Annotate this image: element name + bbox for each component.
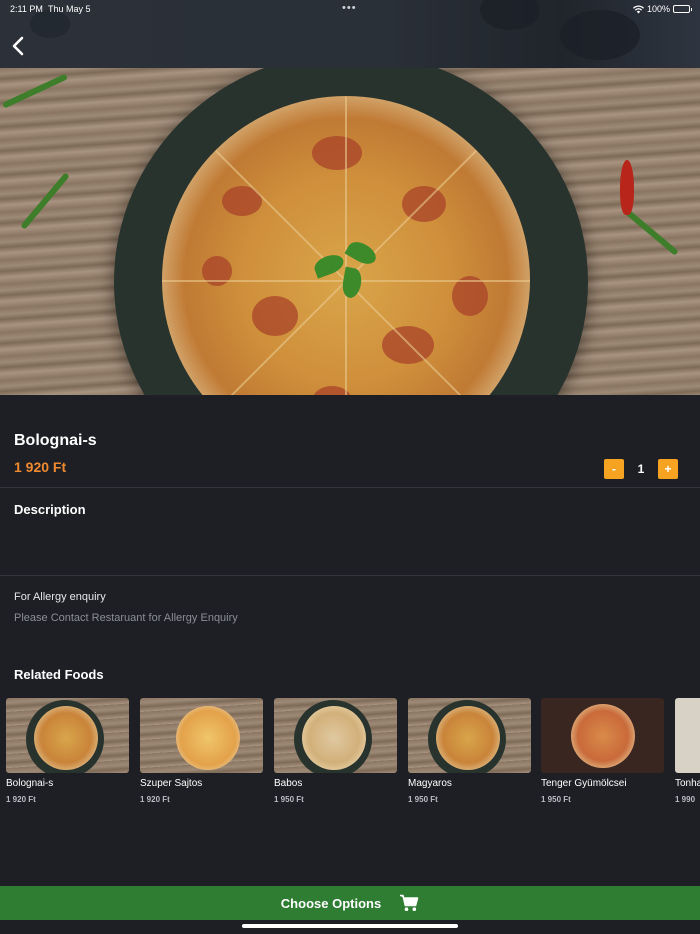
status-bar: 2:11 PM Thu May 5 ••• 100% (0, 2, 700, 18)
related-food-price: 1 950 Ft (408, 795, 438, 804)
back-button[interactable] (6, 32, 30, 60)
related-food-image (6, 698, 129, 773)
related-food-price: 1 990 (675, 795, 696, 804)
product-price: 1 920 Ft (14, 459, 67, 475)
product-title: Bolognai-s (14, 432, 97, 449)
wifi-icon (632, 4, 644, 13)
related-food-image (408, 698, 531, 773)
quantity-increase-button[interactable]: + (658, 459, 678, 479)
related-food-image (675, 698, 700, 773)
related-food-card[interactable]: Tenger Gyümölcsei 1 950 Ft (541, 698, 664, 804)
related-food-price: 1 950 Ft (541, 795, 571, 804)
product-image (0, 68, 700, 395)
related-food-name: Magyaros (408, 778, 452, 789)
related-foods-title: Related Foods (14, 667, 104, 682)
allergy-text: Please Contact Restaruant for Allergy En… (14, 612, 238, 624)
related-food-name: Szuper Sajtos (140, 778, 203, 789)
related-food-image (541, 698, 664, 773)
related-food-card[interactable]: Babos 1 950 Ft (274, 698, 397, 804)
status-right: 100% (632, 4, 692, 14)
related-food-image (274, 698, 397, 773)
related-food-name: Tenger Gyümölcsei (541, 778, 627, 789)
choose-options-label: Choose Options (280, 895, 382, 911)
top-header: 2:11 PM Thu May 5 ••• 100% (0, 0, 700, 68)
related-food-card[interactable]: Tonha 1 990 (675, 698, 700, 804)
chili-decoration (620, 160, 634, 215)
related-food-name: Babos (274, 778, 303, 789)
battery-percent: 100% (646, 4, 670, 14)
related-food-card[interactable]: Szuper Sajtos 1 920 Ft (140, 698, 263, 804)
status-time: 2:11 PM (10, 4, 43, 14)
choose-options-button[interactable]: Choose Options (0, 886, 700, 920)
home-indicator[interactable] (242, 924, 458, 928)
allergy-label: For Allergy enquiry (14, 591, 106, 603)
chevron-left-icon (12, 36, 24, 56)
description-title: Description (14, 502, 86, 517)
quantity-decrease-button[interactable]: - (604, 459, 624, 479)
cart-icon (400, 894, 419, 911)
status-date: Thu May 5 (48, 4, 91, 14)
related-food-price: 1 920 Ft (6, 795, 36, 804)
related-food-card[interactable]: Bolognai-s 1 920 Ft (6, 698, 129, 804)
related-food-image (140, 698, 263, 773)
related-food-price: 1 920 Ft (140, 795, 170, 804)
related-food-name: Tonha (675, 778, 700, 789)
quantity-value: 1 (637, 462, 645, 476)
related-food-price: 1 950 Ft (274, 795, 304, 804)
divider (0, 575, 700, 576)
divider (0, 487, 700, 488)
related-food-name: Bolognai-s (6, 778, 54, 789)
related-foods-list[interactable]: Bolognai-s 1 920 Ft Szuper Sajtos 1 920 … (6, 698, 700, 808)
multitasking-dots[interactable]: ••• (342, 2, 357, 14)
related-food-card[interactable]: Magyaros 1 950 Ft (408, 698, 531, 804)
battery-icon (673, 5, 692, 13)
